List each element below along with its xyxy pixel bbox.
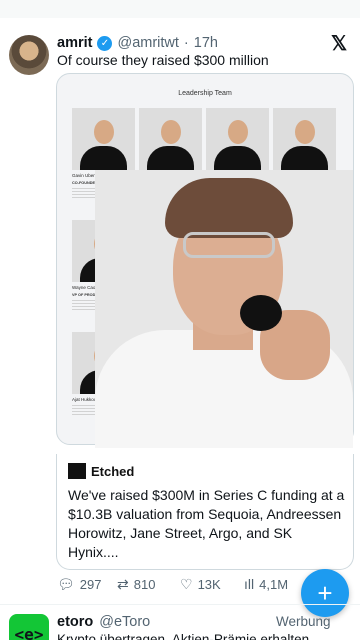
person-name: Wayne Cao bbox=[72, 285, 96, 290]
reply-button[interactable]: 💬︎ 297 bbox=[57, 576, 101, 593]
retweet-count: 810 bbox=[133, 577, 156, 592]
person-photo bbox=[139, 108, 202, 170]
compose-button[interactable]: + bbox=[301, 569, 349, 617]
like-button[interactable]: ♡ 13K bbox=[180, 576, 221, 593]
person-name: Gavin Uberti bbox=[72, 173, 98, 178]
ad-header: etoro @eToro bbox=[57, 614, 150, 630]
reply-count: 297 bbox=[79, 577, 102, 592]
top-bar bbox=[0, 0, 360, 18]
tweet-text: Of course they raised $300 million bbox=[57, 52, 269, 68]
etoro-avatar[interactable]: <e> bbox=[9, 614, 49, 640]
tweet-time[interactable]: 17h bbox=[194, 35, 218, 51]
retweet-button[interactable]: ⇄ 810 bbox=[117, 576, 155, 593]
view-count: 4,1M bbox=[259, 576, 289, 592]
like-count: 13K bbox=[197, 577, 221, 592]
etched-logo-icon bbox=[68, 463, 86, 479]
author-handle[interactable]: @amritwt bbox=[117, 35, 178, 51]
ad-author-name[interactable]: etoro bbox=[57, 614, 93, 630]
retweet-icon: ⇄ bbox=[117, 576, 129, 592]
tweet-separator: · bbox=[183, 35, 189, 51]
microphone-icon bbox=[240, 295, 282, 331]
link-site-name: Etched bbox=[91, 464, 135, 479]
heart-icon: ♡ bbox=[180, 576, 193, 592]
ad-label: Werbung bbox=[276, 614, 331, 629]
person-photo bbox=[72, 108, 135, 170]
tweet-divider bbox=[0, 604, 360, 605]
person-photo bbox=[206, 108, 269, 170]
bar-chart-icon: ıll bbox=[244, 576, 255, 592]
link-preview-text[interactable]: We've raised $300M in Series C funding a… bbox=[68, 486, 346, 562]
person-photo bbox=[273, 108, 336, 170]
image-title: Leadership Team bbox=[178, 90, 232, 97]
tweet-header: amrit ✓ @amritwt · 17h bbox=[57, 34, 218, 52]
person-name: Ajat Hukkoo bbox=[72, 397, 97, 402]
tweet-actions: 💬︎ 297 ⇄ 810 ♡ 13K ıll 4,1M bbox=[0, 576, 300, 594]
views-button[interactable]: ıll 4,1M bbox=[244, 576, 288, 592]
ad-text: Krypto übertragen, Aktien-Prämie erhalte… bbox=[57, 632, 310, 640]
ad-author-handle[interactable]: @eToro bbox=[99, 614, 150, 630]
reply-icon: 💬︎ bbox=[57, 576, 75, 592]
x-logo-icon: 𝕏 bbox=[331, 33, 348, 55]
verified-badge-icon: ✓ bbox=[97, 35, 113, 51]
author-avatar[interactable] bbox=[9, 35, 49, 75]
author-name[interactable]: amrit bbox=[57, 35, 92, 51]
video-overlay[interactable] bbox=[95, 170, 353, 448]
